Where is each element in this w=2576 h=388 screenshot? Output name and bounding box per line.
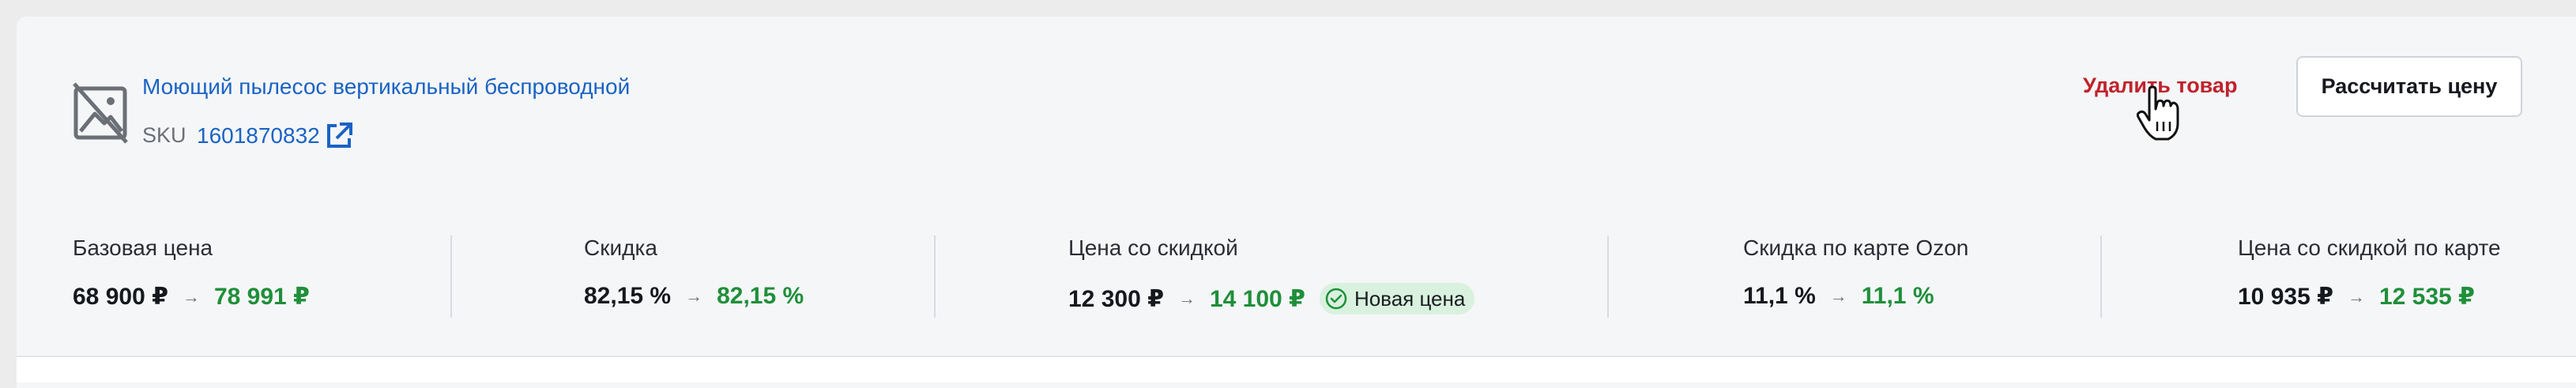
next-section-edge [17,356,2576,382]
arrow-right-icon: → [1177,288,1196,308]
base-price-new: 78 991 ₽ [213,284,310,310]
calculate-price-button[interactable]: Рассчитать цену [2296,56,2522,117]
hand-cursor-icon [2136,85,2179,141]
discount-new: 82,15 % [717,283,804,309]
external-link-icon[interactable] [324,121,354,151]
metric-divider [450,235,452,318]
card-price-label: Цена со скидкой по карте [2238,235,2501,260]
metric-divider [1607,235,1609,318]
arrow-right-icon: → [2347,286,2365,307]
ozon-card-discount-old: 11,1 % [1743,283,1816,309]
discounted-price-new: 14 100 ₽ [1209,285,1305,312]
new-price-badge: Новая цена [1319,283,1475,315]
product-name-link[interactable]: Моющий пылесос вертикальный беспроводной [142,74,630,100]
base-price-values: 68 900 ₽ → 78 991 ₽ [73,283,310,311]
product-card [17,17,2576,388]
sku-value-link[interactable]: 1601870832 [197,123,320,149]
discounted-price-old: 12 300 ₽ [1068,285,1164,312]
check-circle-icon [1325,288,1347,310]
arrow-right-icon: → [685,286,703,306]
ozon-card-discount-values: 11,1 % → 11,1 % [1743,283,1934,310]
metric-divider [2100,235,2102,318]
ozon-card-discount-label: Скидка по карте Ozon [1743,235,1969,260]
metric-divider [934,235,936,318]
arrow-right-icon: → [182,286,200,307]
card-price-new: 12 535 ₽ [2378,284,2475,310]
discounted-price-values: 12 300 ₽ → 14 100 ₽ Новая цена [1068,283,1475,315]
no-image-icon [73,82,128,144]
discount-label: Скидка [584,235,657,260]
discounted-price-label: Цена со скидкой [1068,235,1238,260]
arrow-right-icon: → [1829,286,1847,306]
sku-label: SKU [142,123,186,147]
ozon-card-discount-new: 11,1 % [1861,283,1934,309]
card-price-values: 10 935 ₽ → 12 535 ₽ [2238,283,2475,311]
discount-values: 82,15 % → 82,15 % [584,283,804,310]
base-price-old: 68 900 ₽ [73,284,168,310]
discount-old: 82,15 % [584,283,672,309]
card-price-old: 10 935 ₽ [2238,284,2333,310]
new-price-badge-label: Новая цена [1354,286,1466,311]
base-price-label: Базовая цена [73,235,213,260]
